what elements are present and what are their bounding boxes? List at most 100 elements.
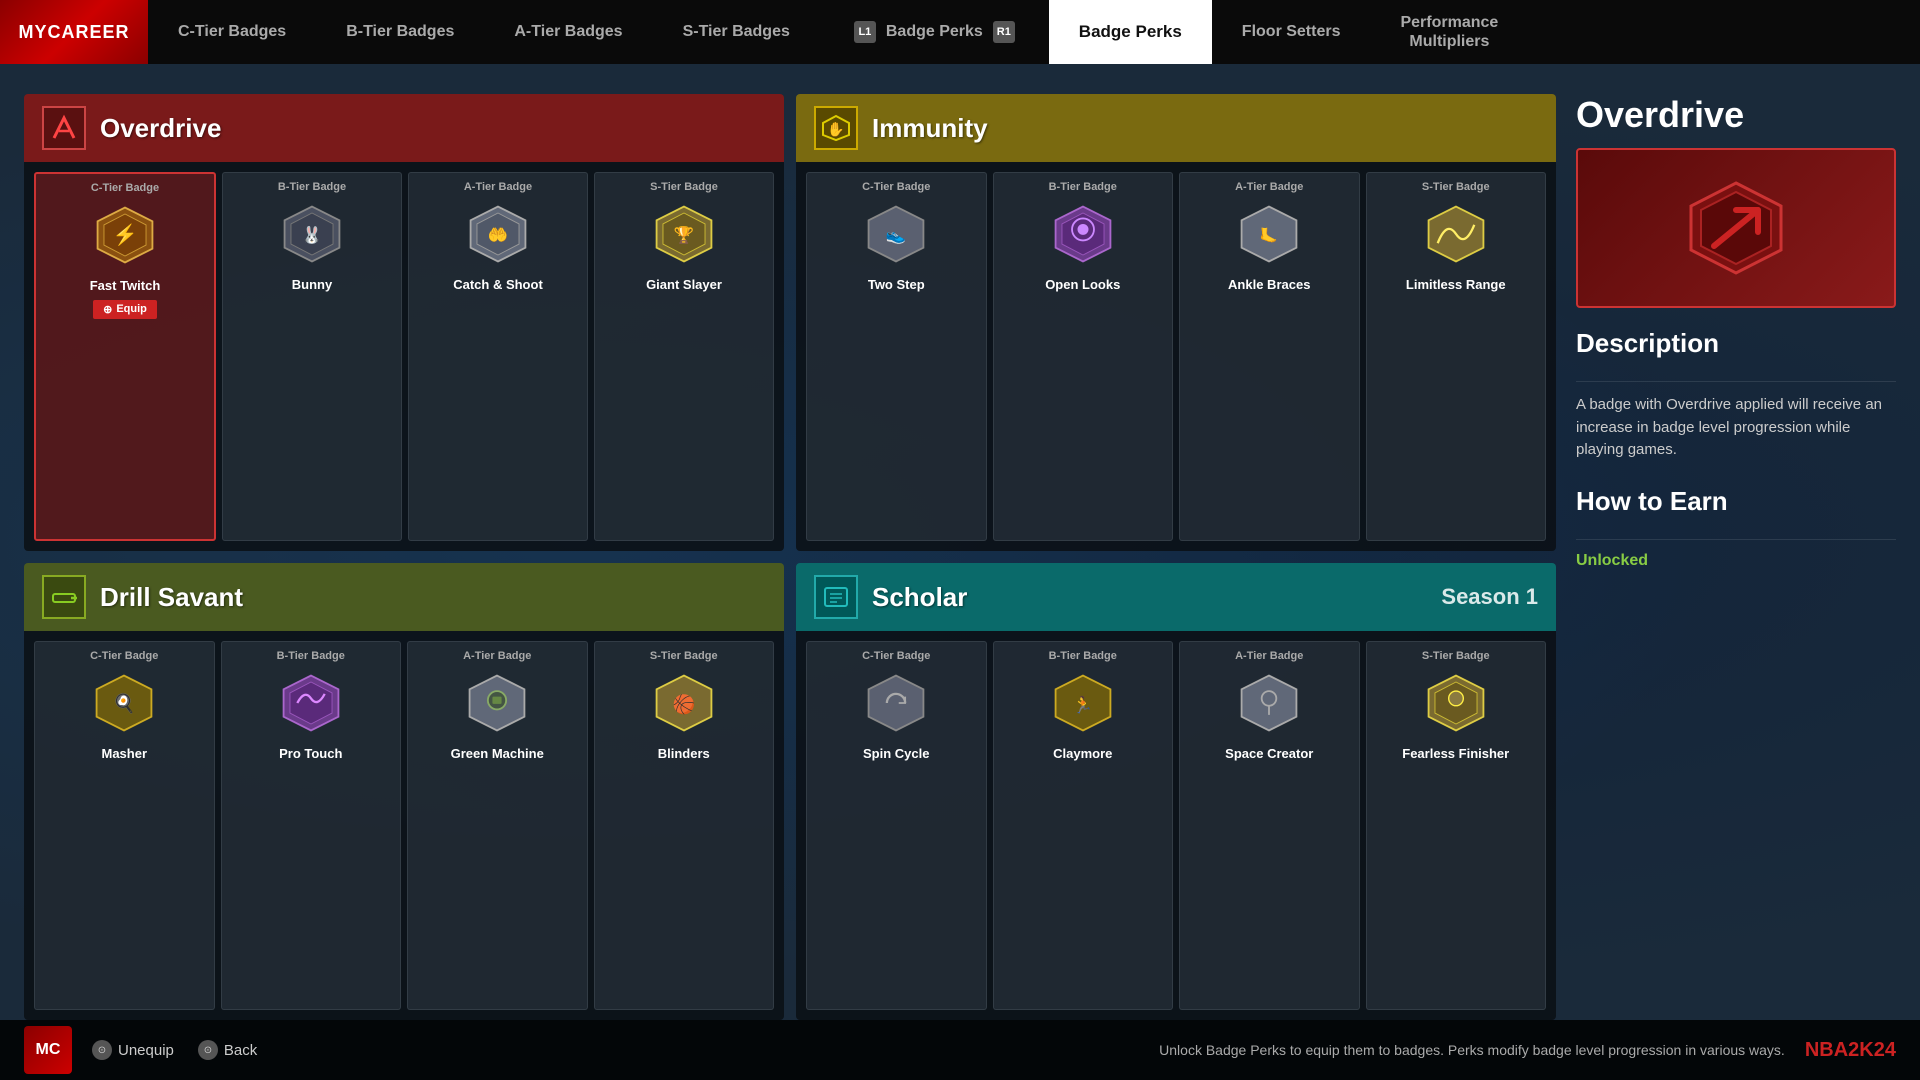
pro-touch-name: Pro Touch [279,746,342,762]
immunity-body: C-Tier Badge 👟 Two Step B-Tier Badge [796,162,1556,551]
drill-savant-header: Drill Savant [24,563,784,631]
back-icon: ⊙ [198,1040,218,1060]
nav-badge-perks-active[interactable]: Badge Perks [1049,0,1212,64]
fast-twitch-name: Fast Twitch [90,278,161,294]
nav-c-tier[interactable]: C-Tier Badges [148,0,316,64]
badge-two-step[interactable]: C-Tier Badge 👟 Two Step [806,172,987,541]
mycareer-logo: MyCAREER [0,0,148,64]
open-looks-tier: B-Tier Badge [1049,181,1117,193]
bottom-bar: MC ⊙ Unequip ⊙ Back Unlock Badge Perks t… [0,1020,1920,1080]
svg-text:🤲: 🤲 [488,226,508,244]
svg-text:✋: ✋ [827,121,844,137]
nav-floor-setters[interactable]: Floor Setters [1212,0,1371,64]
svg-text:🏀: 🏀 [672,691,695,716]
masher-image: 🍳 [89,668,159,738]
masher-name: Masher [101,746,147,762]
green-machine-image [462,668,532,738]
space-creator-name: Space Creator [1225,746,1313,762]
description-panel: Overdrive Description A badge with Overd… [1576,94,1896,1020]
drill-savant-icon [42,575,86,619]
nba2k-logo: NBA2K24 [1805,1039,1896,1062]
nav-s-tier[interactable]: S-Tier Badges [653,0,820,64]
green-machine-tier: A-Tier Badge [463,650,531,662]
svg-text:🏆: 🏆 [674,225,695,244]
badge-giant-slayer[interactable]: S-Tier Badge 🏆 Giant Slayer [594,172,774,541]
pro-touch-image [276,668,346,738]
unequip-button[interactable]: ⊙ Unequip [92,1040,174,1060]
limitless-range-image [1421,199,1491,269]
bunny-image: 🐰 [277,199,347,269]
badge-space-creator[interactable]: A-Tier Badge Space Creator [1179,641,1360,1010]
giant-slayer-tier: S-Tier Badge [650,181,718,193]
bottom-controls: ⊙ Unequip ⊙ Back [92,1040,257,1060]
badge-spin-cycle[interactable]: C-Tier Badge Spin Cycle [806,641,987,1010]
immunity-title: Immunity [872,113,988,144]
fearless-finisher-name: Fearless Finisher [1402,746,1509,762]
nav-badge-perks[interactable]: L1 Badge Perks R1 [820,0,1049,64]
spin-cycle-image [861,668,931,738]
claymore-tier: B-Tier Badge [1049,650,1117,662]
drill-savant-title: Drill Savant [100,582,243,613]
badge-ankle-braces[interactable]: A-Tier Badge 🦶 Ankle Braces [1179,172,1360,541]
immunity-panel: ✋ Immunity C-Tier Badge 👟 Two Step [796,94,1556,551]
two-step-image: 👟 [861,199,931,269]
spin-cycle-tier: C-Tier Badge [862,650,930,662]
divider-desc [1576,381,1896,382]
badge-limitless-range[interactable]: S-Tier Badge Limitless Range [1366,172,1547,541]
nav-a-tier[interactable]: A-Tier Badges [484,0,652,64]
scholar-title: Scholar [872,582,967,613]
svg-text:🏃: 🏃 [1073,695,1093,714]
fearless-finisher-tier: S-Tier Badge [1422,650,1490,662]
space-creator-image [1234,668,1304,738]
badge-blinders[interactable]: S-Tier Badge 🏀 Blinders [594,641,775,1010]
spin-cycle-name: Spin Cycle [863,746,929,762]
blinders-name: Blinders [658,746,710,762]
nav-items: C-Tier Badges B-Tier Badges A-Tier Badge… [148,0,1920,64]
earn-section-title: How to Earn [1576,486,1896,517]
blinders-image: 🏀 [649,668,719,738]
fast-twitch-tier: C-Tier Badge [91,182,159,194]
fast-twitch-image: ⚡ [90,200,160,270]
bunny-name: Bunny [292,277,332,293]
nav-performance-multipliers[interactable]: PerformanceMultipliers [1370,0,1528,64]
overdrive-icon [42,106,86,150]
open-looks-image [1048,199,1118,269]
svg-text:🍳: 🍳 [113,692,136,714]
badge-fearless-finisher[interactable]: S-Tier Badge Fearless Finisher [1366,641,1547,1010]
claymore-image: 🏃 [1048,668,1118,738]
badge-catch-shoot[interactable]: A-Tier Badge 🤲 Catch & Shoot [408,172,588,541]
badge-green-machine[interactable]: A-Tier Badge Green Machine [407,641,588,1010]
catch-shoot-image: 🤲 [463,199,533,269]
pro-touch-tier: B-Tier Badge [277,650,345,662]
svg-text:🦶: 🦶 [1260,226,1278,244]
nav-b-tier[interactable]: B-Tier Badges [316,0,484,64]
earn-status: Unlocked [1576,552,1896,570]
svg-text:🐰: 🐰 [302,225,322,244]
overdrive-title: Overdrive [100,113,221,144]
mc-badge: MC [24,1026,72,1074]
badge-bunny[interactable]: B-Tier Badge 🐰 Bunny [222,172,402,541]
giant-slayer-name: Giant Slayer [646,277,722,293]
desc-perk-title: Overdrive [1576,94,1896,148]
two-step-tier: C-Tier Badge [862,181,930,193]
l1-icon: L1 [854,21,876,43]
catch-shoot-name: Catch & Shoot [453,277,543,293]
badge-pro-touch[interactable]: B-Tier Badge Pro Touch [221,641,402,1010]
r1-icon: R1 [993,21,1015,43]
back-button[interactable]: ⊙ Back [198,1040,257,1060]
badge-masher[interactable]: C-Tier Badge 🍳 Masher [34,641,215,1010]
scholar-body: C-Tier Badge Spin Cycle B-Tier Badge [796,631,1556,1020]
open-looks-name: Open Looks [1045,277,1120,293]
badge-claymore[interactable]: B-Tier Badge 🏃 Claymore [993,641,1174,1010]
overdrive-body: C-Tier Badge ⚡ Fast Twitch Equip B-Tier … [24,162,784,551]
immunity-icon: ✋ [814,106,858,150]
ankle-braces-image: 🦶 [1234,199,1304,269]
giant-slayer-image: 🏆 [649,199,719,269]
scholar-season: Season 1 [1441,584,1538,610]
scholar-panel: Scholar Season 1 C-Tier Badge Spin Cycle [796,563,1556,1020]
badge-open-looks[interactable]: B-Tier Badge Open Looks [993,172,1174,541]
bottom-hint: Unlock Badge Perks to equip them to badg… [1159,1042,1785,1058]
ankle-braces-tier: A-Tier Badge [1235,181,1303,193]
badge-fast-twitch[interactable]: C-Tier Badge ⚡ Fast Twitch Equip [34,172,216,541]
equip-button[interactable]: Equip [93,300,157,319]
